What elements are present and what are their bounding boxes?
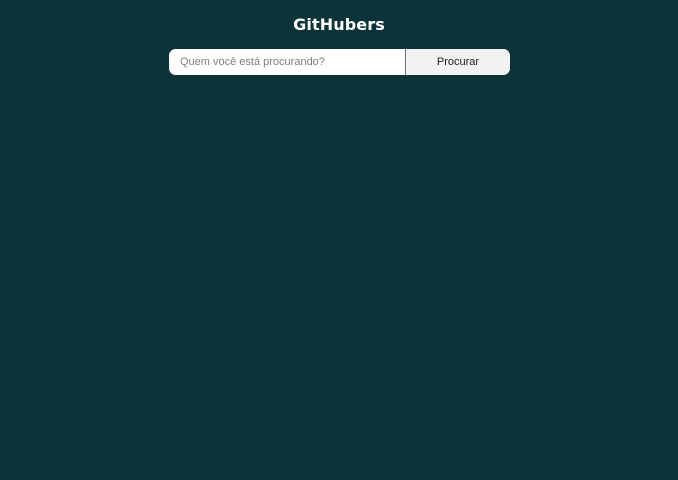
app-container: GitHubers Procurar: [0, 0, 678, 480]
search-input[interactable]: [169, 49, 405, 75]
page-title: GitHubers: [293, 15, 385, 34]
search-form: Procurar: [169, 49, 510, 75]
search-button[interactable]: Procurar: [406, 49, 510, 75]
